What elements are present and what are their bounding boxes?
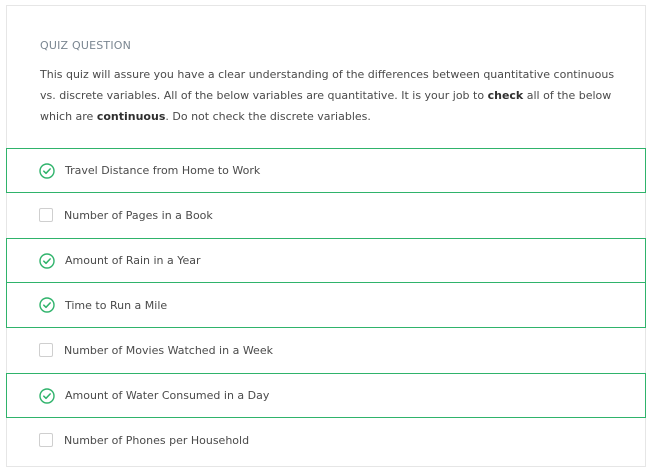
option-label: Amount of Rain in a Year xyxy=(65,254,201,267)
option-label: Number of Phones per Household xyxy=(64,434,250,447)
quiz-header: QUIZ QUESTION This quiz will assure you … xyxy=(7,6,645,148)
option-item[interactable]: Travel Distance from Home to Work xyxy=(6,148,646,193)
option-label: Number of Pages in a Book xyxy=(64,209,213,222)
checkbox-empty-icon[interactable] xyxy=(39,343,53,357)
check-circle-icon xyxy=(39,253,55,269)
checkbox-empty-icon[interactable] xyxy=(39,433,53,447)
quiz-card: QUIZ QUESTION This quiz will assure you … xyxy=(6,5,646,467)
option-item[interactable]: Time to Run a Mile xyxy=(6,283,646,328)
prompt-bold-check: check xyxy=(487,89,524,102)
option-item[interactable]: Number of Movies Watched in a Week xyxy=(7,328,645,373)
check-circle-icon xyxy=(39,388,55,404)
option-list: Travel Distance from Home to Work Number… xyxy=(6,148,646,463)
quiz-prompt: This quiz will assure you have a clear u… xyxy=(40,64,620,127)
section-label: QUIZ QUESTION xyxy=(40,39,132,52)
prompt-bold-continuous: continuous xyxy=(96,110,166,123)
option-label: Number of Movies Watched in a Week xyxy=(64,344,273,357)
prompt-text-3: . Do not check the discrete variables. xyxy=(165,110,371,123)
checkbox-empty-icon[interactable] xyxy=(39,208,53,222)
option-label: Time to Run a Mile xyxy=(65,298,168,312)
option-item[interactable]: Amount of Water Consumed in a Day xyxy=(6,373,646,418)
option-label: Travel Distance from Home to Work xyxy=(65,164,261,177)
option-item[interactable]: Number of Phones per Household xyxy=(7,418,645,463)
option-label: Amount of Water Consumed in a Day xyxy=(65,389,270,402)
option-item[interactable]: Number of Pages in a Book xyxy=(7,193,645,238)
option-item[interactable]: Amount of Rain in a Year xyxy=(6,238,646,283)
check-circle-icon xyxy=(39,163,55,179)
check-circle-icon xyxy=(39,297,55,313)
